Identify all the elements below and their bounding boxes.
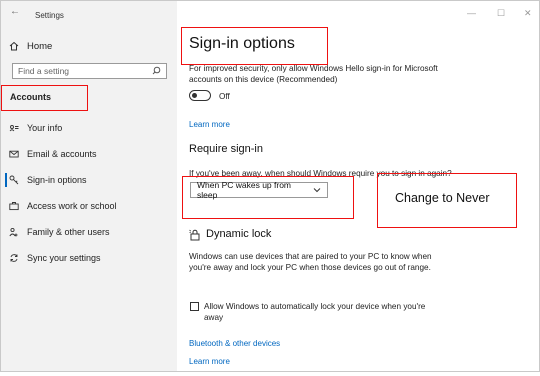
- dynamic-lock-description: Windows can use devices that are paired …: [189, 252, 432, 272]
- sidebar-item-label: Sign-in options: [27, 175, 87, 185]
- sidebar-item-family-users[interactable]: Family & other users: [9, 225, 110, 239]
- close-button[interactable]: ✕: [524, 8, 532, 19]
- bluetooth-devices-link[interactable]: Bluetooth & other devices: [189, 339, 280, 348]
- dynamic-lock-title: Dynamic lock: [206, 228, 272, 240]
- mail-icon: [9, 149, 19, 159]
- maximize-button[interactable]: ☐: [497, 8, 505, 19]
- hello-description: For improved security, only allow Window…: [189, 64, 438, 84]
- sidebar-item-label: Email & accounts: [27, 149, 97, 159]
- annotation-note: Change to Never: [395, 191, 490, 205]
- highlight-box-title: [181, 27, 328, 65]
- sidebar-item-sign-in-options[interactable]: Sign-in options: [9, 173, 87, 187]
- lock-icon: [189, 228, 201, 246]
- search-icon[interactable]: [152, 66, 161, 77]
- selected-indicator: [5, 173, 7, 187]
- sidebar: ← Settings Home Find a setting Accounts …: [1, 1, 177, 371]
- sidebar-item-label: Family & other users: [27, 227, 110, 237]
- sidebar-item-label: Your info: [27, 123, 63, 133]
- sync-icon: [9, 253, 19, 263]
- dynamic-lock-checkbox[interactable]: [190, 302, 199, 311]
- minimize-button[interactable]: —: [467, 8, 476, 18]
- sidebar-item-label: Access work or school: [27, 201, 117, 211]
- highlight-box-dropdown: [182, 176, 354, 219]
- sidebar-item-email-accounts[interactable]: Email & accounts: [9, 147, 97, 161]
- learn-more-link[interactable]: Learn more: [189, 120, 230, 129]
- home-icon: [9, 41, 19, 51]
- checkbox-label: Allow Windows to automatically lock your…: [204, 302, 426, 322]
- toggle-state-label: Off: [219, 92, 230, 101]
- settings-window: ← Settings Home Find a setting Accounts …: [0, 0, 540, 372]
- sidebar-item-sync-settings[interactable]: Sync your settings: [9, 251, 101, 265]
- learn-more-link-2[interactable]: Learn more: [189, 357, 230, 366]
- highlight-box-accounts: [1, 85, 88, 111]
- back-arrow-icon[interactable]: ←: [10, 6, 20, 17]
- require-signin-title: Require sign-in: [189, 143, 263, 155]
- search-placeholder: Find a setting: [18, 66, 70, 76]
- people-icon: [9, 227, 19, 237]
- sidebar-item-label: Sync your settings: [27, 253, 101, 263]
- person-card-icon: [9, 123, 19, 133]
- app-title: Settings: [35, 11, 64, 20]
- sidebar-item-work-school[interactable]: Access work or school: [9, 199, 117, 213]
- sidebar-item-home[interactable]: Home: [9, 39, 52, 53]
- windows-hello-toggle[interactable]: [189, 90, 211, 101]
- key-icon: [9, 175, 19, 185]
- sidebar-item-your-info[interactable]: Your info: [9, 121, 62, 135]
- toggle-knob: [192, 92, 197, 98]
- briefcase-icon: [9, 201, 19, 211]
- sidebar-item-label: Home: [27, 40, 53, 52]
- search-input[interactable]: Find a setting: [12, 63, 167, 79]
